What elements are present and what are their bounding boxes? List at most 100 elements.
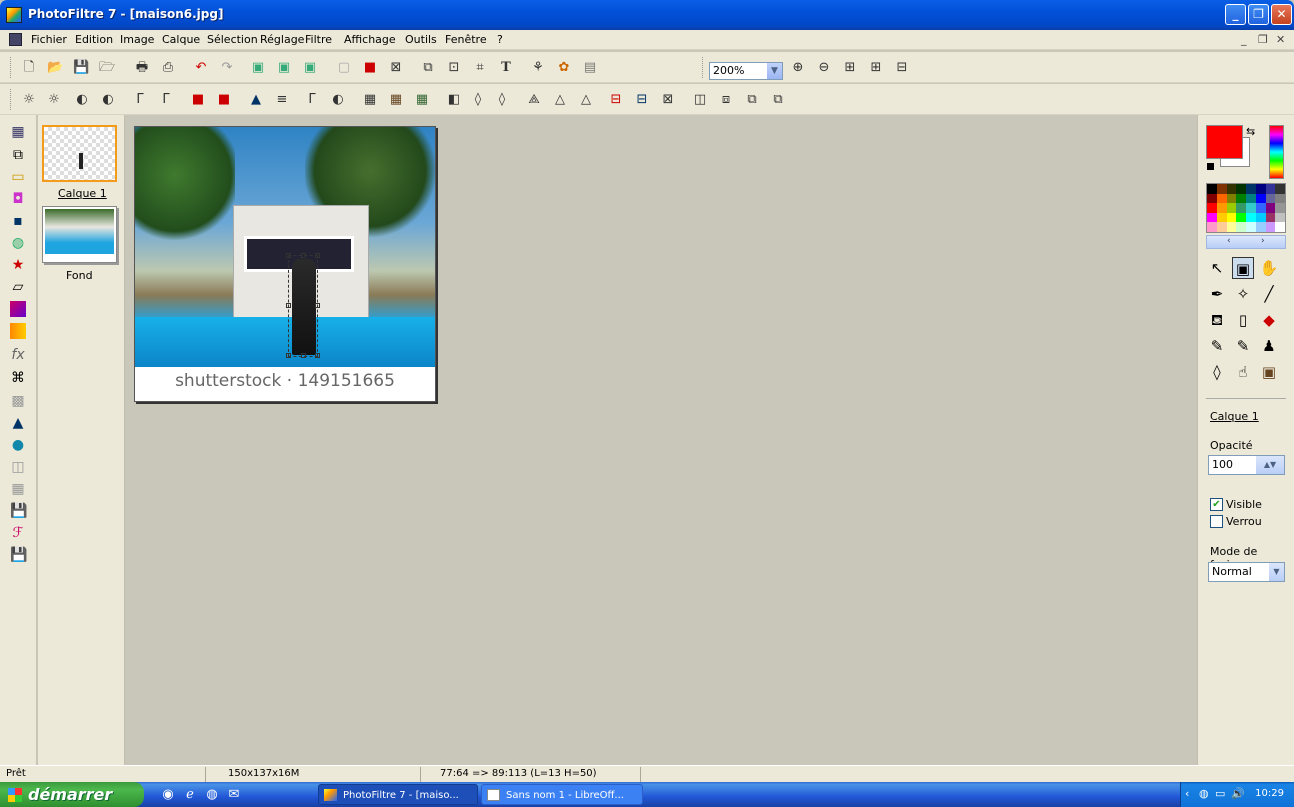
image-window[interactable]: shutterstock · 149151665	[134, 126, 436, 402]
layer-manager-tool-icon[interactable]: ▣	[1232, 257, 1254, 279]
close-button[interactable]: ✕	[1271, 4, 1292, 25]
fullscreen-icon[interactable]: ⊟	[894, 60, 910, 76]
foreground-color-swatch[interactable]	[1206, 125, 1243, 159]
plugins-icon[interactable]: ✿	[556, 60, 572, 76]
copy-image-icon[interactable]: ▣	[250, 60, 266, 76]
crop-icon[interactable]: ⌗	[472, 60, 488, 76]
palette-swatch[interactable]	[1236, 203, 1246, 213]
histogram-icon[interactable]: ▲	[10, 415, 26, 431]
sepia-icon[interactable]: ▦	[388, 92, 404, 108]
zoom-in-icon[interactable]: ⊕	[790, 60, 806, 76]
camera-icon[interactable]: ▪	[10, 213, 26, 229]
note-icon[interactable]: ▱	[10, 279, 26, 295]
palette-swatch[interactable]	[1207, 212, 1217, 223]
palette-swatch[interactable]	[1255, 184, 1266, 194]
palette-swatch[interactable]	[1265, 184, 1276, 194]
menu-calque[interactable]: Calque	[162, 33, 200, 46]
mdi-close-button[interactable]: ✕	[1276, 33, 1285, 46]
zoom-out-icon[interactable]: ⊖	[816, 60, 832, 76]
command-icon[interactable]: ⌘	[10, 370, 26, 386]
stamp-tool-icon[interactable]: ♟	[1258, 335, 1280, 357]
layer-thumbnail-fond[interactable]	[42, 206, 117, 263]
sharpen-icon[interactable]: ◊	[494, 92, 510, 108]
calculator-icon[interactable]: ▦	[10, 124, 26, 140]
palette-swatch[interactable]	[1246, 193, 1256, 204]
palette-swatch[interactable]	[1226, 222, 1237, 232]
save-icon[interactable]: 💾	[73, 60, 89, 76]
palette-swatch[interactable]	[1236, 222, 1246, 232]
photo-canvas[interactable]	[135, 127, 435, 367]
save-html-icon[interactable]: 💾	[10, 547, 27, 563]
tray-expand-icon[interactable]: ‹	[1185, 787, 1189, 800]
palette-swatch[interactable]	[1236, 184, 1246, 194]
brush-tool-icon[interactable]: ✎	[1206, 335, 1228, 357]
document-icon[interactable]	[9, 33, 22, 46]
flip-horizontal-icon[interactable]: △	[552, 92, 568, 108]
start-button[interactable]: démarrer	[0, 782, 144, 807]
smudge-tool-icon[interactable]: ☝	[1232, 361, 1254, 383]
palette-swatch[interactable]	[1275, 212, 1285, 223]
menu-help[interactable]: ?	[497, 33, 503, 46]
menu-selection[interactable]: Sélection	[207, 33, 258, 46]
volume-icon[interactable]: 🔊	[1231, 787, 1245, 800]
mdi-minimize-button[interactable]: _	[1241, 33, 1247, 46]
swap-colors-icon[interactable]: ⇆	[1246, 125, 1255, 138]
palette-swatch[interactable]	[1246, 212, 1256, 223]
palette-swatch[interactable]	[1255, 203, 1266, 213]
explorer-icon[interactable]: ⚘	[530, 60, 546, 76]
automatic-crop-icon[interactable]: ⊠	[660, 92, 676, 108]
sphere-icon[interactable]: ●	[10, 437, 26, 453]
gamma-minus-icon[interactable]: Γ	[132, 92, 148, 108]
selection-handle[interactable]	[286, 303, 291, 308]
advanced-brush-tool-icon[interactable]: ✎	[1232, 335, 1254, 357]
palette-swatch[interactable]	[1216, 222, 1227, 232]
opacity-spinner[interactable]: ▲▼	[1256, 456, 1284, 474]
paste-as-image-icon[interactable]: ▣	[302, 60, 318, 76]
eraser-tool-icon[interactable]: ◆	[1258, 309, 1280, 331]
formula-icon[interactable]: fx	[10, 347, 26, 363]
auto-contrast-icon[interactable]: ◐	[330, 92, 346, 108]
desktop-icon[interactable]: ◉	[160, 787, 176, 803]
grayscale-icon[interactable]: ▦	[362, 92, 378, 108]
palette-swatch[interactable]	[1226, 203, 1237, 213]
brightness-minus-icon[interactable]: ☼	[21, 92, 37, 108]
palette-swatch[interactable]	[1246, 222, 1256, 232]
menu-reglage[interactable]: Réglage	[260, 33, 304, 46]
menu-edition[interactable]: Edition	[75, 33, 113, 46]
monitor-icon[interactable]: ▭	[1215, 787, 1225, 800]
menu-fenetre[interactable]: Fenêtre	[445, 33, 487, 46]
palette-swatch[interactable]	[1236, 212, 1246, 223]
menu-affichage[interactable]: Affichage	[344, 33, 396, 46]
palette-swatch[interactable]	[1207, 193, 1217, 204]
color-balance-icon[interactable]: ≡	[274, 92, 290, 108]
stencil-icon[interactable]: ⧉	[744, 92, 760, 108]
chevron-down-icon[interactable]: ▼	[1269, 563, 1284, 581]
palette-swatch[interactable]	[1226, 212, 1237, 223]
emboss-icon[interactable]: ⟁	[526, 92, 542, 108]
new-file-icon[interactable]: 🗋	[21, 60, 37, 76]
menu-fichier[interactable]: Fichier	[31, 33, 67, 46]
taskbar-item-photofiltre[interactable]: PhotoFiltre 7 - [maiso...	[318, 784, 478, 805]
network-icon[interactable]: ◍	[1199, 787, 1209, 800]
chevron-left-icon[interactable]: ‹	[1227, 236, 1231, 246]
magic-wand-tool-icon[interactable]: ✧	[1232, 283, 1254, 305]
toolbar-grip[interactable]	[702, 57, 705, 78]
blend-mode-select[interactable]: Normal ▼	[1208, 562, 1285, 582]
exif-icon[interactable]: ⊠	[388, 60, 404, 76]
palette-swatch[interactable]	[1216, 193, 1227, 204]
pattern-icon[interactable]: ⧉	[770, 92, 786, 108]
color-spectrum[interactable]	[1269, 125, 1284, 179]
hand-tool-icon[interactable]: ✋	[1258, 257, 1280, 279]
pipette-tool-icon[interactable]: ✒	[1206, 283, 1228, 305]
image-size-icon[interactable]: ⧉	[420, 60, 436, 76]
line-tool-icon[interactable]: ╱	[1258, 283, 1280, 305]
contrast-plus-icon[interactable]: ◐	[100, 92, 116, 108]
messenger-icon[interactable]: ✉	[226, 787, 242, 803]
palette-swatch[interactable]	[1207, 203, 1217, 213]
signature-icon[interactable]: ℱ	[10, 525, 26, 541]
flip-vertical-icon[interactable]: △	[578, 92, 594, 108]
palette-swatch[interactable]	[1207, 184, 1217, 194]
palette-swatch[interactable]	[1226, 184, 1237, 194]
colorize-icon[interactable]: ▦	[414, 92, 430, 108]
blur-tool-icon[interactable]: ◊	[1206, 361, 1228, 383]
